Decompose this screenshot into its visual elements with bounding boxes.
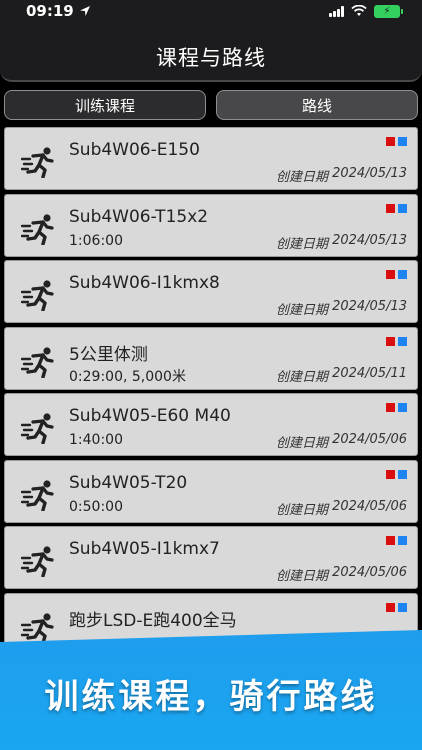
- runner-icon: [21, 546, 54, 577]
- blue-marker-icon: [398, 203, 407, 213]
- runner-icon: [21, 280, 54, 311]
- battery-charging-icon: ⚡: [374, 4, 403, 18]
- course-list-item[interactable]: Sub4W05-I1kmx7 创建日期 2024/05/06: [4, 526, 418, 589]
- status-left: 09:19: [26, 2, 91, 20]
- wifi-icon: [351, 5, 367, 16]
- blue-marker-icon: [398, 403, 407, 412]
- course-list-item[interactable]: Sub4W06-T15x2 1:06:00 创建日期 2024/05/13: [4, 193, 418, 257]
- course-detail: 0:50:00: [69, 498, 123, 515]
- sync-markers: [386, 270, 407, 279]
- sync-markers: [386, 602, 407, 612]
- promo-banner-text: 训练课程，骑行路线: [44, 676, 378, 717]
- blue-marker-icon: [398, 536, 407, 545]
- cellular-signal-icon: [329, 5, 344, 17]
- course-created-date: 创建日期 2024/05/13: [276, 299, 407, 318]
- course-name: 跑步LSD-E跑400全马: [69, 610, 237, 631]
- runner-icon: [21, 213, 54, 245]
- course-list-item[interactable]: Sub4W05-T20 0:50:00 创建日期 2024/05/06: [4, 459, 418, 523]
- location-arrow-icon: [79, 6, 90, 16]
- course-list-item[interactable]: 5公里体测 0:29:00, 5,000米 创建日期 2024/05/11: [4, 326, 418, 390]
- blue-marker-icon: [398, 270, 407, 279]
- red-marker-icon: [386, 336, 395, 346]
- course-name: Sub4W05-E60 M40: [69, 406, 231, 426]
- sync-markers: [386, 336, 407, 346]
- red-marker-icon: [386, 270, 395, 279]
- tab-training-courses[interactable]: 训练课程: [4, 90, 206, 120]
- date-value: 2024/05/13: [332, 166, 407, 181]
- course-detail: 0:29:00, 5,000米: [69, 368, 186, 385]
- date-label: 创建日期: [276, 369, 329, 385]
- status-time: 09:19: [26, 2, 74, 20]
- course-detail: 1:06:00: [69, 232, 123, 249]
- course-name: Sub4W06-T15x2: [69, 206, 209, 227]
- date-label: 创建日期: [276, 303, 329, 318]
- sync-markers: [386, 137, 407, 146]
- date-value: 2024/05/06: [332, 565, 407, 580]
- course-list[interactable]: Sub4W06-E150 创建日期 2024/05/13 Sub4W06-T15…: [4, 127, 418, 647]
- runner-icon: [21, 346, 54, 378]
- course-created-date: 创建日期 2024/05/06: [276, 432, 407, 451]
- date-label: 创建日期: [276, 236, 329, 252]
- date-value: 2024/05/06: [332, 498, 407, 514]
- tab-routes[interactable]: 路线: [216, 90, 418, 120]
- date-label: 创建日期: [276, 436, 329, 451]
- date-label: 创建日期: [276, 170, 329, 185]
- blue-marker-icon: [398, 137, 407, 146]
- runner-icon: [21, 413, 54, 444]
- course-name: Sub4W05-T20: [69, 472, 188, 493]
- course-list-item[interactable]: Sub4W05-E60 M40 1:40:00 创建日期 2024/05/06: [4, 393, 418, 456]
- red-marker-icon: [386, 403, 395, 412]
- runner-icon: [21, 479, 54, 511]
- sync-markers: [386, 536, 407, 545]
- date-value: 2024/05/13: [332, 299, 407, 314]
- course-name: Sub4W06-E150: [69, 140, 200, 160]
- runner-icon: [21, 147, 54, 178]
- blue-marker-icon: [398, 602, 407, 612]
- red-marker-icon: [386, 536, 395, 545]
- course-list-item[interactable]: Sub4W06-E150 创建日期 2024/05/13: [4, 127, 418, 190]
- course-name: Sub4W06-I1kmx8: [69, 273, 220, 293]
- course-created-date: 创建日期 2024/05/13: [276, 233, 407, 252]
- date-value: 2024/05/11: [332, 365, 407, 381]
- nav-header: 课程与路线: [0, 22, 422, 82]
- runner-icon: [21, 612, 54, 644]
- course-created-date: 创建日期 2024/05/06: [276, 499, 407, 518]
- date-label: 创建日期: [276, 569, 329, 584]
- course-name: 5公里体测: [69, 344, 148, 365]
- course-list-item[interactable]: Sub4W06-I1kmx8 创建日期 2024/05/13: [4, 260, 418, 323]
- red-marker-icon: [386, 137, 395, 146]
- status-right: ⚡: [329, 4, 403, 18]
- date-value: 2024/05/13: [332, 232, 407, 248]
- sync-markers: [386, 469, 407, 479]
- status-bar: 09:19 ⚡: [0, 0, 422, 22]
- blue-marker-icon: [398, 336, 407, 346]
- course-created-date: 创建日期 2024/05/11: [276, 366, 407, 385]
- course-created-date: 创建日期 2024/05/13: [276, 166, 407, 185]
- date-value: 2024/05/06: [332, 432, 407, 447]
- course-created-date: 创建日期 2024/05/06: [276, 565, 407, 584]
- course-detail: 1:40:00: [69, 432, 123, 448]
- segmented-tabs: 训练课程 路线: [4, 90, 418, 120]
- date-label: 创建日期: [276, 502, 329, 518]
- blue-marker-icon: [398, 469, 407, 479]
- red-marker-icon: [386, 203, 395, 213]
- sync-markers: [386, 203, 407, 213]
- sync-markers: [386, 403, 407, 412]
- red-marker-icon: [386, 602, 395, 612]
- course-name: Sub4W05-I1kmx7: [69, 539, 220, 559]
- page-title: 课程与路线: [156, 46, 266, 70]
- promo-banner: 训练课程，骑行路线: [0, 630, 422, 750]
- red-marker-icon: [386, 469, 395, 479]
